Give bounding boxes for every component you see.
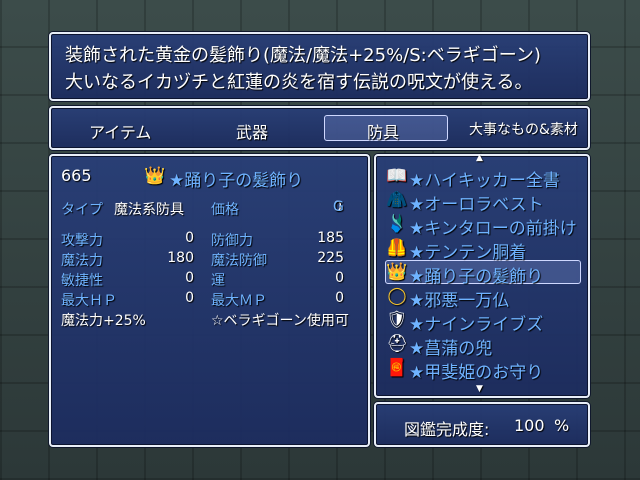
stat-label-max-hp: 最大ＨＰ <box>61 293 117 309</box>
item-effect-magic-bonus: 魔法力+25% <box>61 313 146 329</box>
stat-value-max-mp: 0 <box>335 290 344 306</box>
stat-label-luck: 運 <box>211 273 225 289</box>
list-item-name: ★オーロラベスト <box>409 195 544 215</box>
stat-label-defense: 防御力 <box>211 233 253 249</box>
type-label: タイプ <box>61 202 103 218</box>
category-tab-bar: アイテム 武器 防具 大事なもの&素材 <box>49 106 590 150</box>
tab-key-items-materials[interactable]: 大事なもの&素材 <box>469 119 578 139</box>
item-effect-skill: ☆ベラギゴーン使用可 <box>211 313 349 329</box>
price-unit: G <box>333 199 344 215</box>
completion-value: 100 <box>514 416 545 435</box>
helmet-icon: ⛑ <box>386 334 408 354</box>
list-item-name: ★テンテン胴着 <box>409 243 527 263</box>
item-name: ★踊り子の髪飾り <box>169 171 304 191</box>
list-item[interactable]: 📖 ★ハイキッカー全書 <box>386 165 581 191</box>
stat-label-attack: 攻撃力 <box>61 233 103 249</box>
stat-value-attack: 0 <box>185 230 194 246</box>
scroll-down-arrow[interactable]: ▼ <box>476 384 483 394</box>
list-item[interactable]: 🧧 ★甲斐姫のお守り <box>386 357 581 383</box>
help-text-line-2: 大いなるイカヅチと紅蓮の炎を宿す伝説の呪文が使える。 <box>65 72 533 93</box>
item-list-window: ▲ 📖 ★ハイキッカー全書 🧥 ★オーロラベスト 🩱 ★キンタローの前掛け 🦺 … <box>374 153 590 398</box>
list-item-selected[interactable]: 👑 ★踊り子の髪飾り <box>386 261 581 287</box>
list-item[interactable]: 🦺 ★テンテン胴着 <box>386 237 581 263</box>
stat-value-agility: 0 <box>185 270 194 286</box>
stat-label-max-mp: 最大ＭＰ <box>211 293 267 309</box>
aurora-vest-icon: 🧥 <box>386 190 408 210</box>
stat-value-max-hp: 0 <box>185 290 194 306</box>
list-item-name: ★ハイキッカー全書 <box>409 171 560 191</box>
list-item[interactable]: 🧥 ★オーロラベスト <box>386 189 581 215</box>
ring-icon: ◯ <box>387 286 407 306</box>
book-icon: 📖 <box>386 166 408 186</box>
list-item-name: ★菖蒲の兜 <box>409 339 493 359</box>
scroll-up-arrow[interactable]: ▲ <box>476 153 483 163</box>
list-item-name: ★邪悪一万仏 <box>409 291 510 311</box>
stat-value-magic-defense: 225 <box>317 250 344 266</box>
gold-hairpin-icon: 👑 <box>386 262 408 282</box>
list-item[interactable]: ⛑ ★菖蒲の兜 <box>386 333 581 359</box>
stat-value-defense: 185 <box>317 230 344 246</box>
stat-value-luck: 0 <box>335 270 344 286</box>
apron-icon: 🩱 <box>386 214 408 234</box>
stat-label-magic: 魔法力 <box>61 253 103 269</box>
list-item-name: ★甲斐姫のお守り <box>409 363 544 383</box>
tab-weapons[interactable]: 武器 <box>236 119 268 143</box>
item-count: 665 <box>61 166 92 185</box>
completion-label: 図鑑完成度: <box>404 420 490 439</box>
stat-value-magic: 180 <box>167 250 194 266</box>
completion-unit: % <box>554 416 570 435</box>
type-value: 魔法系防具 <box>114 202 184 218</box>
help-window: 装飾された黄金の髪飾り(魔法/魔法+25%/S:ベラギゴーン) 大いなるイカヅチ… <box>49 32 590 101</box>
gold-hairpin-icon: 👑 <box>144 166 166 186</box>
help-text-line-1: 装飾された黄金の髪飾り(魔法/魔法+25%/S:ベラギゴーン) <box>65 45 541 66</box>
charm-icon: 🧧 <box>386 358 408 378</box>
list-item-name: ★ナインライブズ <box>409 315 544 335</box>
list-item-name: ★踊り子の髪飾り <box>409 267 544 287</box>
list-item[interactable]: ◯ ★邪悪一万仏 <box>386 285 581 311</box>
completion-window: 図鑑完成度: 100 % <box>374 402 590 447</box>
tab-armor[interactable]: 防具 <box>367 119 399 143</box>
stat-label-agility: 敏捷性 <box>61 273 103 289</box>
stat-label-magic-defense: 魔法防御 <box>211 253 267 269</box>
armor-icon: 🛡 <box>386 310 408 330</box>
list-item-name: ★キンタローの前掛け <box>409 219 577 239</box>
item-detail-window: 665 👑 ★踊り子の髪飾り タイプ 魔法系防具 価格 0 G 攻撃力 0 防御… <box>49 154 370 447</box>
price-label: 価格 <box>211 202 239 218</box>
list-item[interactable]: 🛡 ★ナインライブズ <box>386 309 581 335</box>
red-vest-icon: 🦺 <box>386 238 408 258</box>
list-item[interactable]: 🩱 ★キンタローの前掛け <box>386 213 581 239</box>
tab-items[interactable]: アイテム <box>89 119 151 143</box>
